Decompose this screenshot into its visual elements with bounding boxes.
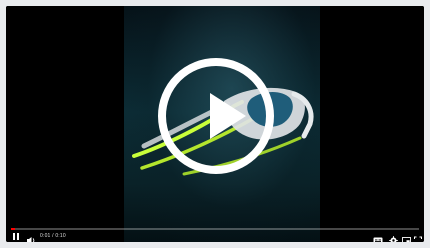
captions-icon	[373, 237, 383, 242]
time-separator: /	[52, 233, 54, 239]
gear-icon	[389, 236, 398, 242]
progress-bar[interactable]	[11, 228, 419, 230]
fullscreen-button[interactable]	[414, 232, 422, 242]
duration: 0:10	[55, 233, 66, 239]
video-player[interactable]: 0:01 / 0:10	[6, 6, 424, 242]
progress-played	[11, 228, 15, 230]
play-icon	[210, 93, 246, 139]
volume-button[interactable]	[26, 232, 36, 242]
pause-icon	[13, 233, 15, 240]
pause-button[interactable]	[12, 232, 20, 241]
miniplayer-button[interactable]	[402, 232, 411, 242]
volume-icon	[27, 237, 35, 242]
fullscreen-icon	[414, 236, 422, 242]
captions-button[interactable]	[373, 232, 383, 242]
play-button[interactable]	[158, 58, 274, 174]
current-time: 0:01	[40, 233, 51, 239]
time-display: 0:01 / 0:10	[40, 232, 66, 241]
miniplayer-icon	[402, 237, 411, 242]
settings-button[interactable]	[389, 232, 398, 242]
control-bar: 0:01 / 0:10	[6, 231, 424, 242]
